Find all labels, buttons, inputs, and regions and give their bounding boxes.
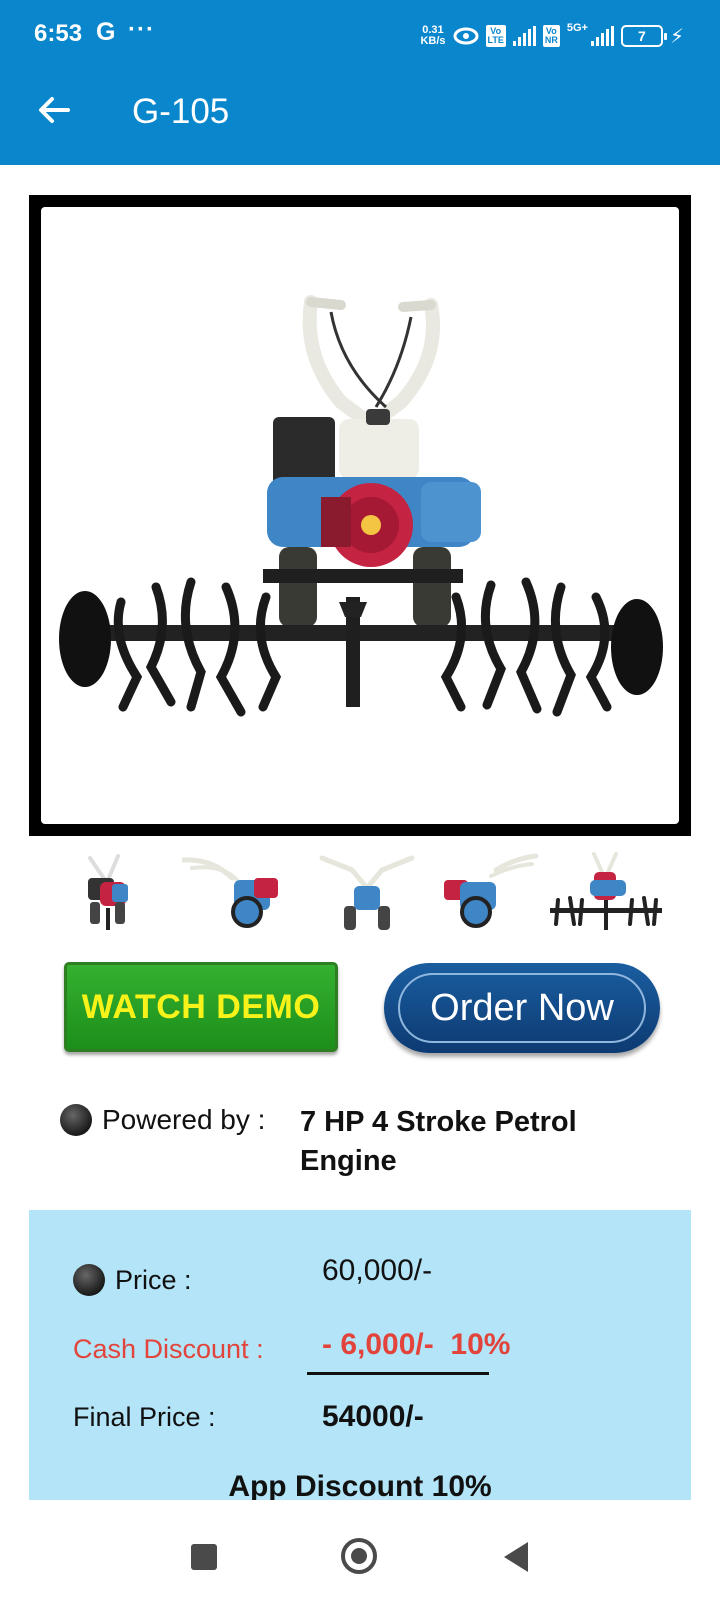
thumbnail-1[interactable] xyxy=(60,850,170,936)
app-discount-heading: App Discount 10% xyxy=(228,1470,492,1500)
thumbnail-2[interactable] xyxy=(179,850,292,936)
watch-demo-button[interactable]: WATCH DEMO xyxy=(64,962,338,1052)
back-triangle-icon[interactable] xyxy=(504,1542,528,1572)
signal-sim1-icon xyxy=(512,26,536,46)
hotspot-icon xyxy=(453,27,478,45)
network-speed-unit: KB/s xyxy=(420,35,446,47)
home-circle-icon[interactable] xyxy=(341,1538,377,1574)
order-now-button[interactable]: Order Now xyxy=(384,963,660,1053)
price-label: Price : xyxy=(115,1264,192,1295)
system-nav-bar xyxy=(0,1500,720,1600)
thumbnail-strip xyxy=(60,850,680,936)
back-button[interactable] xyxy=(34,90,74,130)
price-divider xyxy=(307,1372,489,1375)
product-main-image[interactable] xyxy=(41,207,679,824)
battery-icon: 7 xyxy=(620,25,667,47)
network-speed: 0.31 KB/s xyxy=(420,25,445,47)
powered-by-row: Powered by : xyxy=(60,1104,265,1136)
watch-demo-label: WATCH DEMO xyxy=(81,987,321,1026)
price-panel: Price : 60,000/- Cash Discount : - 6,000… xyxy=(29,1210,691,1500)
powered-by-value: 7 HP 4 Stroke Petrol Engine xyxy=(300,1106,577,1177)
product-image-frame xyxy=(29,195,691,836)
tiller-side-thumbnail xyxy=(179,857,278,928)
network-type-label: 5G+ xyxy=(566,22,588,34)
status-icons: 0.31 KB/s Vo LTE Vo NR 5G+ 7 ⚡ xyxy=(420,20,684,52)
tiller-side-2-thumbnail xyxy=(444,853,539,928)
app-bar: G-105 xyxy=(0,62,720,165)
google-icon: G xyxy=(96,18,116,46)
thumbnail-5[interactable] xyxy=(546,850,662,936)
bullet-icon xyxy=(60,1104,92,1136)
power-tiller-image xyxy=(59,295,663,717)
thumbnail-4[interactable] xyxy=(436,850,546,936)
page-title: G-105 xyxy=(132,92,230,131)
price-value: 60,000/- xyxy=(322,1254,433,1287)
more-notifications-icon: ··· xyxy=(128,16,155,43)
final-price-label: Final Price : xyxy=(73,1402,216,1432)
sim2-tag-bottom: NR xyxy=(544,35,558,45)
price-label-row: Price : xyxy=(73,1264,192,1296)
tiller-rear-thumbnail xyxy=(319,855,415,930)
bullet-icon xyxy=(73,1264,105,1296)
tiller-front-thumbnail xyxy=(88,854,128,930)
status-bar: 6:53 G ··· 0.31 KB/s Vo LTE Vo NR 5G+ 7 … xyxy=(0,0,720,62)
cash-discount-label: Cash Discount : xyxy=(73,1334,264,1364)
signal-sim2-icon xyxy=(590,26,614,46)
tiller-rotavator-thumbnail xyxy=(550,852,662,930)
order-now-inner: Order Now xyxy=(398,973,646,1043)
vonr-sim2-icon: Vo NR xyxy=(542,25,560,47)
charging-icon: ⚡ xyxy=(669,25,684,48)
recents-square-icon[interactable] xyxy=(191,1544,217,1570)
order-now-label: Order Now xyxy=(430,986,614,1029)
final-price-value: 54000/- xyxy=(322,1400,424,1433)
sim1-tag-bottom: LTE xyxy=(487,35,504,45)
battery-level: 7 xyxy=(638,28,646,44)
powered-by-label: Powered by : xyxy=(102,1104,266,1135)
status-time: 6:53 xyxy=(34,20,83,47)
cash-discount-value: - 6,000/- 10% xyxy=(322,1328,511,1361)
arrow-left-icon xyxy=(39,97,70,123)
thumbnail-3[interactable] xyxy=(312,850,422,936)
volte-sim1-icon: Vo LTE xyxy=(485,25,506,47)
